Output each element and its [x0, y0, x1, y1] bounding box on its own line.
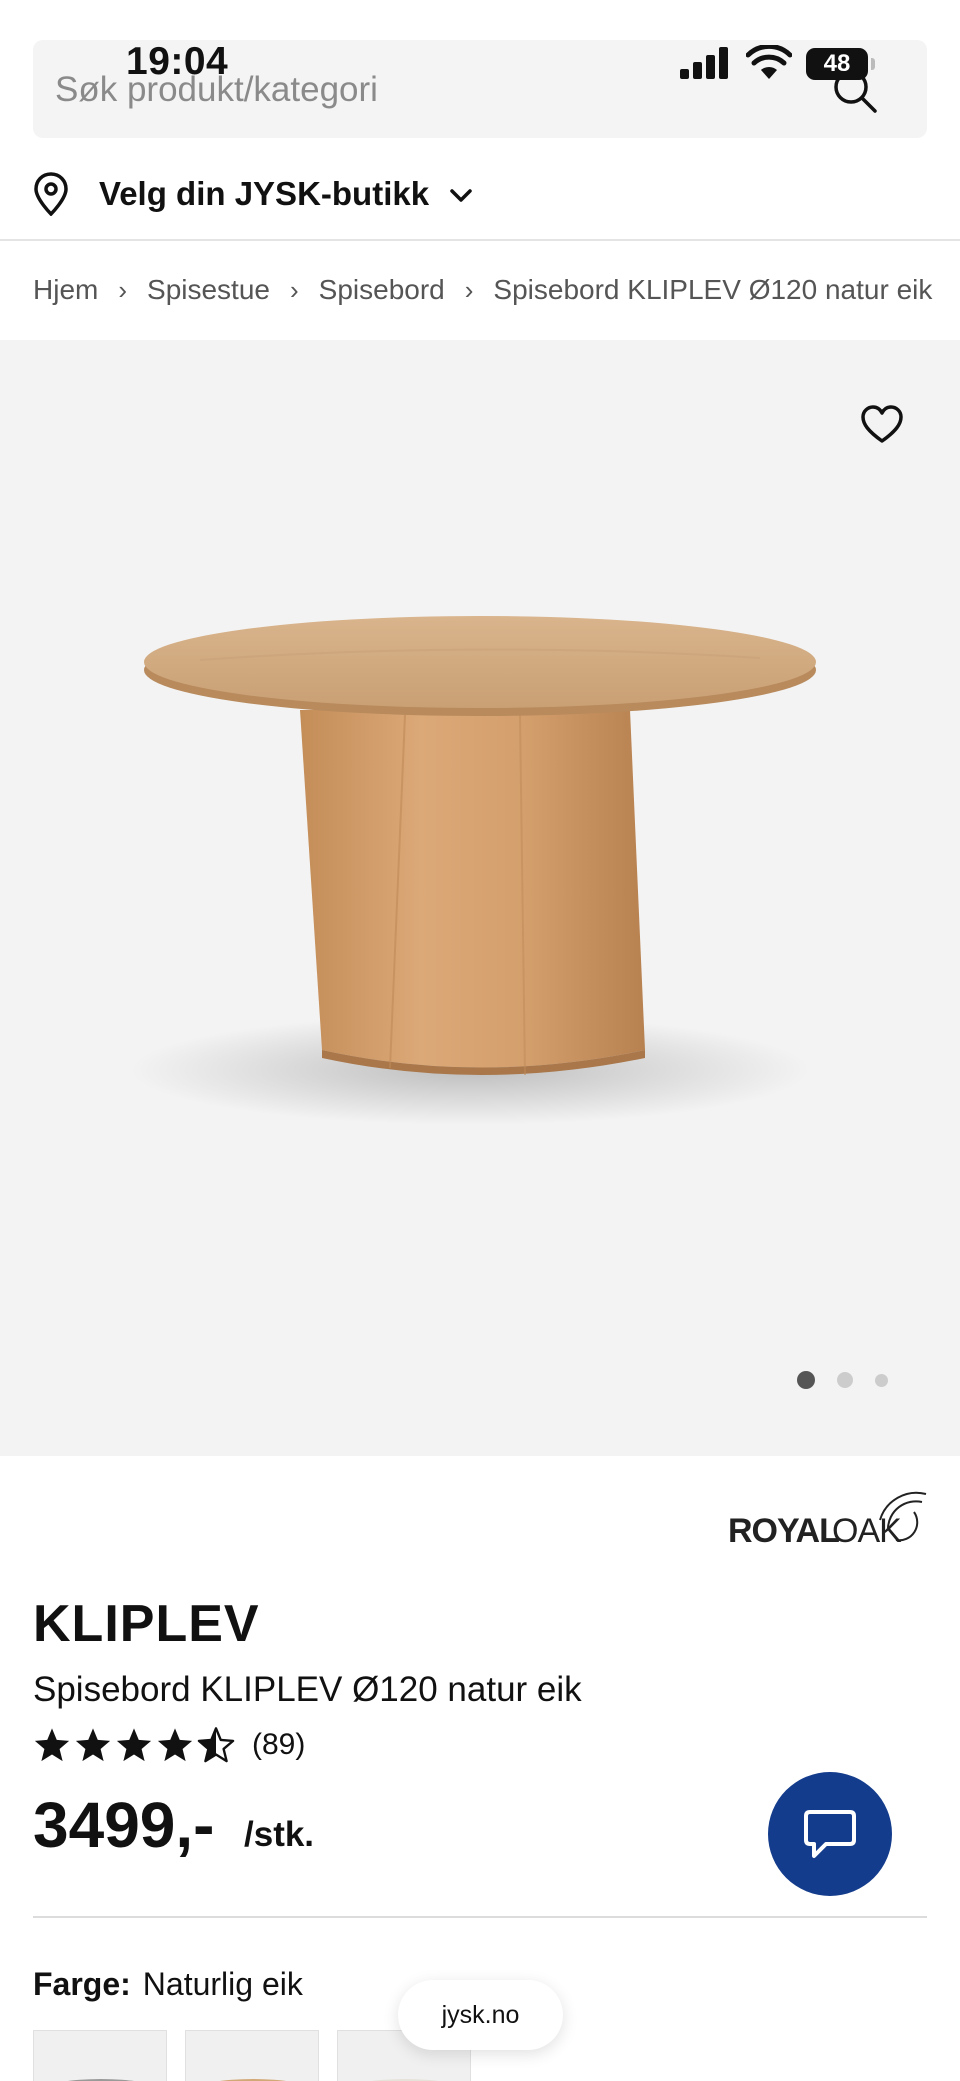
location-pin-icon [34, 172, 68, 216]
status-time: 19:04 [126, 40, 229, 83]
breadcrumb-home[interactable]: Hjem [33, 274, 98, 306]
gallery-dot[interactable] [837, 1372, 853, 1388]
battery-indicator: 48 [806, 48, 868, 80]
color-swatch[interactable] [33, 2030, 167, 2081]
breadcrumb-spisestue[interactable]: Spisestue [147, 274, 270, 306]
signal-icon [680, 47, 728, 79]
star-full-icon [75, 1728, 111, 1762]
rating[interactable]: (89) [33, 1725, 305, 1765]
battery-tip [871, 58, 875, 70]
color-value: Naturlig eik [142, 1966, 303, 2002]
heart-icon[interactable] [860, 403, 904, 447]
star-full-icon [157, 1728, 193, 1762]
rating-count: (89) [252, 1728, 306, 1761]
svg-text:ROYAL: ROYAL [728, 1512, 839, 1550]
star-full-icon [116, 1728, 152, 1762]
table-illustration [130, 616, 816, 1125]
divider [33, 1916, 927, 1918]
product-name: KLIPLEV [33, 1595, 260, 1653]
breadcrumb: Hjem › Spisestue › Spisebord › Spisebord… [33, 270, 932, 310]
star-full-icon [34, 1728, 70, 1762]
store-selector[interactable]: Velg din JYSK-butikk [33, 168, 933, 220]
wifi-icon [746, 45, 792, 79]
price: 3499,- [33, 1789, 215, 1861]
color-label: Farge: [33, 1966, 131, 2002]
chevron-right-icon: › [118, 274, 128, 305]
product-image[interactable] [0, 340, 960, 1456]
breadcrumb-current: Spisebord KLIPLEV Ø120 natur eik [493, 274, 933, 305]
chevron-right-icon: › [464, 274, 474, 305]
price-unit: /stk. [244, 1815, 315, 1854]
chat-bubble-icon [804, 1810, 856, 1858]
gallery-dot-active[interactable] [797, 1371, 815, 1389]
color-swatch[interactable] [185, 2030, 319, 2081]
store-label: Velg din JYSK-butikk [99, 175, 430, 212]
swatch-image [220, 2079, 286, 2081]
divider [0, 239, 960, 241]
product-subtitle: Spisebord KLIPLEV Ø120 natur eik [33, 1670, 582, 1709]
chevron-right-icon: › [289, 274, 299, 305]
chevron-down-icon [450, 189, 472, 202]
status-icons: 48 [680, 45, 880, 85]
svg-text:OAK: OAK [832, 1512, 902, 1550]
color-selector: Farge: Naturlig eik [33, 1966, 303, 2003]
chat-button[interactable] [768, 1772, 892, 1896]
breadcrumb-spisebord[interactable]: Spisebord [319, 274, 445, 306]
browser-url-pill[interactable]: jysk.no [398, 1980, 563, 2050]
gallery-dots[interactable] [797, 1370, 910, 1390]
swatch-image [68, 2079, 134, 2081]
star-half-icon [197, 1727, 235, 1763]
gallery-dot[interactable] [875, 1373, 888, 1387]
brand-logo: ROYAL OAK [728, 1491, 927, 1550]
